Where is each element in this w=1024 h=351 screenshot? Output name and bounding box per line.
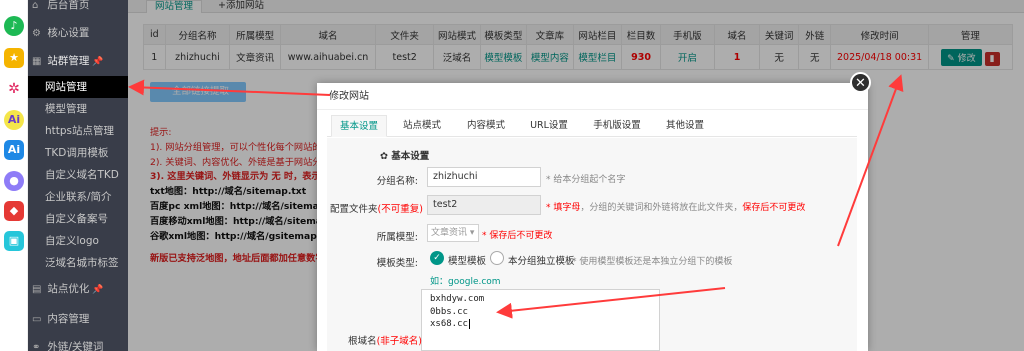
- ai-app-icon[interactable]: Ai: [4, 110, 24, 130]
- home-icon: ⌂: [32, 0, 39, 11]
- root-domain-example: 如：google.com: [430, 277, 501, 287]
- textarea-line: xs68.cc: [430, 319, 470, 329]
- config-folder-label: 配置文件夹(不可重复): [330, 204, 423, 215]
- tab-site-mode[interactable]: 站点模式: [393, 115, 451, 137]
- sidebar-item-core-settings[interactable]: ⚙ 核心设置: [28, 22, 128, 44]
- sidebar-item-site-manage[interactable]: 网站管理: [28, 76, 128, 98]
- sidebar-item-city-tags[interactable]: 泛域名城市标签: [28, 252, 128, 274]
- config-folder-hint: * 填字母，分组的关键词和外链将放在此文件夹，保存后不可更改: [546, 203, 806, 213]
- chat-app-icon[interactable]: ●: [4, 171, 24, 191]
- model-label: 所属模型:: [376, 232, 418, 243]
- pin-icon: 📌: [92, 285, 104, 295]
- gear-icon: ⚙: [32, 28, 41, 39]
- star-app-icon[interactable]: ★: [4, 48, 24, 68]
- tab-content-mode[interactable]: 内容模式: [457, 115, 515, 137]
- tab-other-settings[interactable]: 其他设置: [657, 115, 713, 137]
- game-app-icon[interactable]: ◆: [4, 201, 24, 221]
- sidebar-item-model-manage[interactable]: 模型管理: [28, 98, 128, 120]
- root-domain-textarea[interactable]: bxhdyw.com 0bbs.cc xs68.cc: [421, 289, 660, 351]
- group-name-hint: * 给本分组起个名字: [546, 175, 626, 185]
- sidebar-item-custom-icp[interactable]: 自定义备案号: [28, 208, 128, 230]
- chart-icon: ▤: [32, 284, 42, 295]
- tab-mobile-settings[interactable]: 手机版设置: [583, 115, 651, 137]
- section-title: ✿ 基本设置: [380, 151, 430, 162]
- network-app-icon[interactable]: ✲: [4, 79, 24, 99]
- radio-model-template-label: 模型模板: [448, 256, 487, 267]
- text-cursor: [468, 319, 470, 329]
- group-name-input[interactable]: zhizhuchi: [427, 167, 541, 187]
- pin-icon: 📌: [92, 57, 104, 67]
- tab-url-settings[interactable]: URL设置: [521, 115, 577, 137]
- sidebar-item-content-manage[interactable]: ▭ 内容管理: [28, 308, 128, 330]
- modal-title: 修改网站: [317, 83, 868, 110]
- sidebar-item-links-keywords[interactable]: ⚭ 外链/关键词: [28, 336, 128, 351]
- music-app-icon[interactable]: ♪: [4, 16, 24, 36]
- model-select[interactable]: 文章资讯 ▾: [427, 224, 479, 242]
- sidebar: ⌂ 后台首页 ⚙ 核心设置 ▦ 站群管理 📌 网站管理 模型管理 https站点管…: [28, 0, 128, 351]
- chevron-down-icon: ▾: [469, 228, 475, 238]
- tab-basic-settings[interactable]: 基本设置: [331, 115, 387, 137]
- radio-own-template[interactable]: [490, 251, 504, 265]
- tool-app-icon[interactable]: ▣: [4, 231, 24, 251]
- template-type-label: 模板类型:: [376, 258, 418, 269]
- app-icon-rail: ♪ ★ ✲ Ai Ai ● ◆ ▣: [0, 0, 28, 351]
- model-hint: * 保存后不可更改: [482, 231, 553, 241]
- group-name-label: 分组名称:: [376, 176, 418, 187]
- link-icon: ⚭: [32, 342, 41, 351]
- grid-icon: ▦: [32, 56, 42, 67]
- ai-square-app-icon[interactable]: Ai: [4, 140, 24, 160]
- sidebar-item-custom-logo[interactable]: 自定义logo: [28, 230, 128, 252]
- gear-icon: ✿: [380, 151, 388, 162]
- config-folder-input[interactable]: test2: [427, 195, 541, 215]
- modal-close-button[interactable]: ✕: [850, 72, 871, 93]
- sidebar-item-site-group[interactable]: ▦ 站群管理 📌: [28, 50, 128, 72]
- sidebar-item-company-contact[interactable]: 企业联系/简介: [28, 186, 128, 208]
- textarea-line: bxhdyw.com: [430, 294, 485, 304]
- radio-model-template[interactable]: ✓: [430, 251, 444, 265]
- template-type-hint: * 使用模型模板还是本独立分组下的模板: [572, 257, 733, 267]
- sidebar-item-https-manage[interactable]: https站点管理: [28, 120, 128, 142]
- sidebar-item-tkd-template[interactable]: TKD调用模板: [28, 142, 128, 164]
- close-icon: ✕: [855, 76, 866, 91]
- sidebar-item-custom-domain-tkd[interactable]: 自定义域名TKD: [28, 164, 128, 186]
- modal-tabs: 基本设置 站点模式 内容模式 URL设置 手机版设置 其他设置: [327, 115, 857, 137]
- doc-icon: ▭: [32, 314, 42, 325]
- sidebar-item-site-optimize[interactable]: ▤ 站点优化 📌: [28, 278, 128, 300]
- root-domain-label: 根域名(非子域名): [348, 336, 422, 347]
- radio-own-template-label: 本分组独立模板: [508, 256, 575, 267]
- textarea-line: 0bbs.cc: [430, 306, 468, 317]
- sidebar-item-home[interactable]: ⌂ 后台首页: [28, 0, 128, 16]
